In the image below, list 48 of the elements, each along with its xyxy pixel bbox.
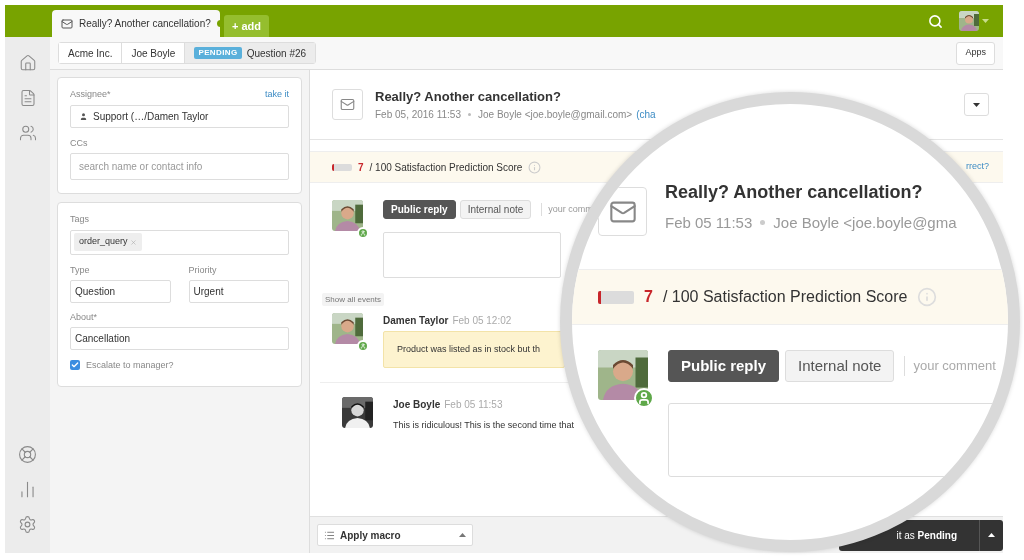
event-time: Feb 05 12:02	[452, 314, 512, 328]
field-label: Priority	[188, 263, 218, 277]
breadcrumb-label: Acme Inc.	[68, 46, 113, 61]
status-badge: PENDING	[194, 47, 242, 59]
breadcrumb-label: Question #26	[246, 46, 307, 61]
tab-title: Really? Another cancellation?	[79, 17, 211, 31]
event-body: This is ridiculous! This is the second time that	[393, 419, 574, 432]
breadcrumb-label: Joe Boyle	[131, 46, 176, 61]
requester: Joe Boyle <joe.boyle@gmail.com>	[478, 107, 633, 122]
reply-mode-tab[interactable]: Internal note	[459, 200, 532, 219]
score-caption: / 100 Satisfaction Prediction Score	[662, 287, 908, 307]
assignee-value: Support (…/Damen Taylor	[93, 109, 209, 124]
ticket-title: Really? Another cancellation?	[665, 180, 924, 204]
tag-label: order_query	[79, 235, 128, 249]
breadcrumb-tab[interactable]: PENDING Question #26	[184, 43, 316, 63]
macro-select[interactable]: Apply macro	[317, 524, 473, 546]
checkbox-label: Escalate to manager?	[86, 358, 174, 372]
field-label: About*	[70, 311, 99, 324]
requester: Joe Boyle <joe.boyle@gma	[773, 212, 957, 233]
event-author: Damen Taylor	[383, 314, 449, 328]
reply-mode-tab[interactable]: Public reply	[383, 200, 456, 219]
cc-field[interactable]: search name or contact info	[70, 153, 289, 180]
event-author: Joe Boyle	[393, 398, 441, 412]
ticket-date: Feb 05, 2016 11:53	[375, 107, 461, 122]
apps-button[interactable]: Apps	[956, 41, 995, 65]
comment-hint: your comment	[904, 356, 996, 376]
ticket-date: Feb 05 11:53	[665, 212, 753, 233]
reply-mode-tab[interactable]: Public reply	[668, 350, 780, 382]
show-all-events-button[interactable]: Show all events	[322, 293, 385, 306]
ticket-title: Really? Another cancellation?	[375, 88, 562, 107]
about-field[interactable]: Cancellation	[70, 326, 289, 350]
priority-field[interactable]: Urgent	[188, 280, 289, 303]
score-value: 7	[644, 287, 653, 307]
field-label: Type	[70, 263, 91, 277]
assignee-field[interactable]: Support (…/Damen Taylor	[70, 104, 289, 128]
field-label: Assignee*	[70, 88, 111, 101]
ticket-tab[interactable]: Really? Another cancellation?	[52, 10, 220, 37]
reply-mode-tab[interactable]: Internal note	[785, 350, 895, 382]
score-caption: / 100 Satisfaction Prediction Score	[369, 160, 523, 175]
field-label: Tags	[70, 213, 90, 226]
event-body: Product was listed as in stock but th	[397, 342, 541, 356]
tags-field[interactable]: order_query	[70, 229, 289, 255]
type-field[interactable]: Question	[70, 280, 171, 303]
score-value: 7	[358, 160, 364, 175]
take-it-link[interactable]: take it	[265, 88, 289, 102]
change-link[interactable]: (cha	[636, 106, 656, 122]
event-time: Feb 05 11:53	[444, 398, 503, 412]
field-label: CCs	[70, 136, 89, 150]
